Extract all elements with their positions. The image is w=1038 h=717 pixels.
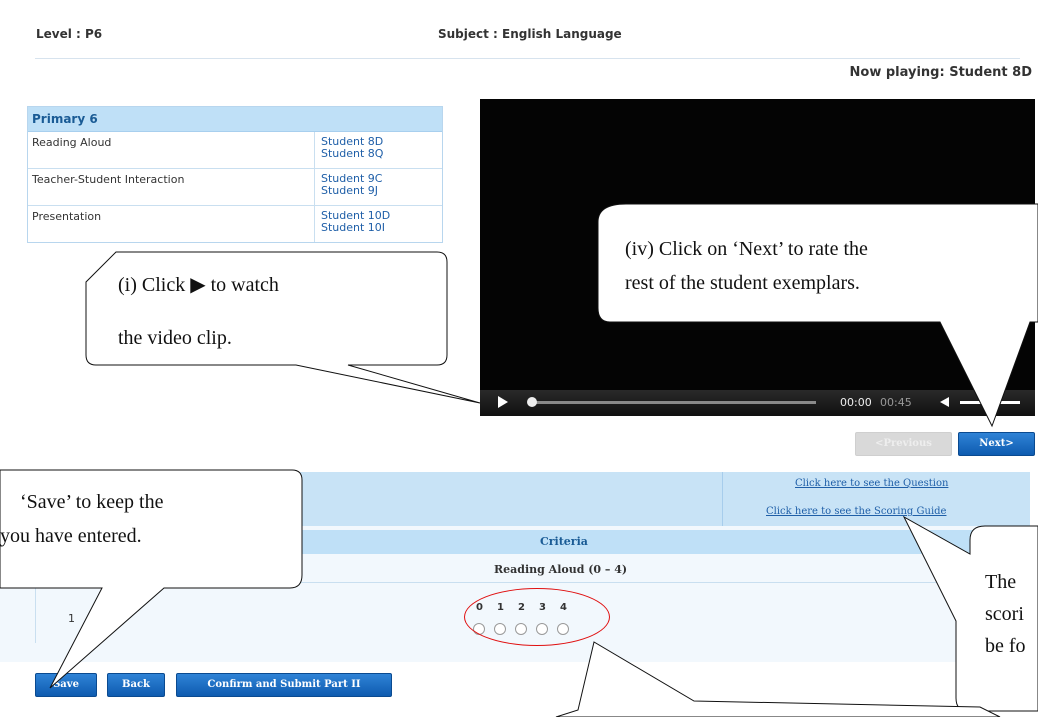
callout-scoring-line2: scori <box>985 603 1024 625</box>
callout-bottom-bubble <box>555 641 1001 717</box>
callout-next-line1: (iv) Click on ‘Next’ to rate the <box>625 238 868 260</box>
callout-scoring-line3: be fo <box>985 635 1026 657</box>
annotation-layer <box>0 203 1038 717</box>
callout-watch-line1: (i) Click ▶ to watch <box>118 274 279 296</box>
callout-scoring-line1: The <box>985 571 1017 593</box>
callout-save-line2: you have entered. <box>0 525 142 547</box>
callout-save-line1: ‘Save’ to keep the <box>20 491 164 513</box>
callout-watch-line2: the video clip. <box>118 327 232 349</box>
callout-next-line2: rest of the student exemplars. <box>625 272 860 294</box>
